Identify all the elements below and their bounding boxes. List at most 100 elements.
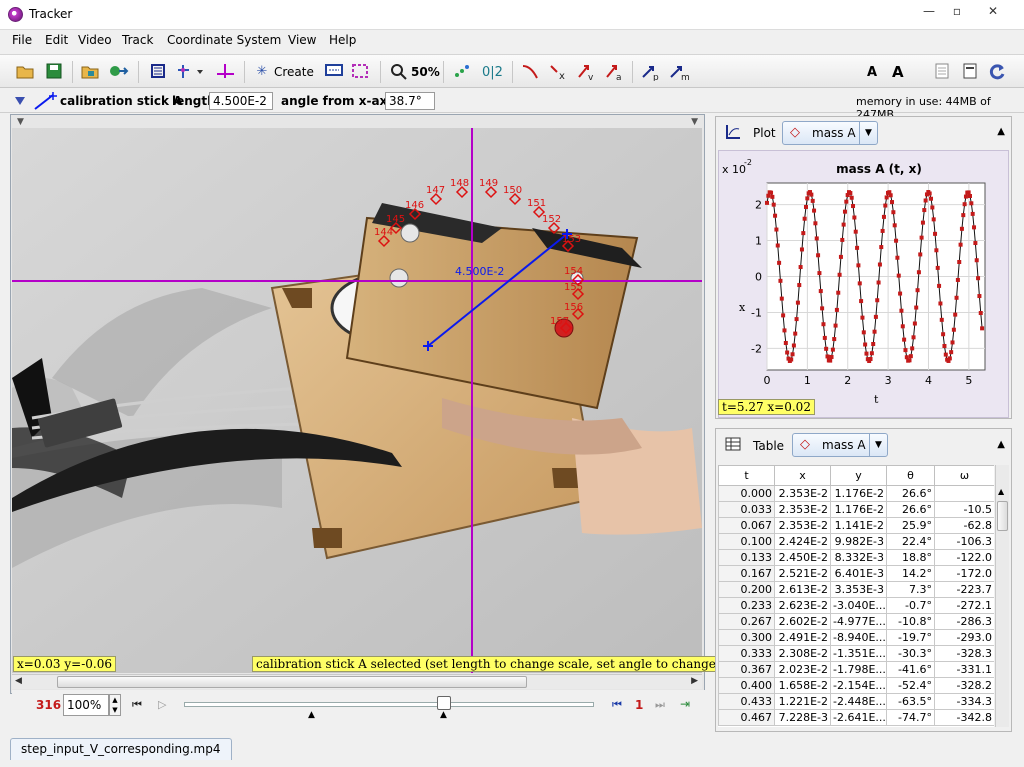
table-cell[interactable]: -74.7°	[886, 709, 935, 726]
end-marker-icon[interactable]: ▲	[440, 710, 447, 720]
table-cell[interactable]: -2.641E...	[830, 709, 887, 726]
table-cell[interactable]: -10.8°	[886, 613, 935, 630]
menu-coordinate-system[interactable]: Coordinate System	[167, 33, 281, 47]
table-cell[interactable]: 1.141E-2	[830, 517, 887, 534]
table-row[interactable]: 0.433 1.221E-2 -2.448E... -63.5° -334.3	[718, 693, 994, 710]
table-cell[interactable]: -1.798E...	[830, 661, 887, 678]
table-vertical-scrollbar[interactable]: ▲	[995, 465, 1009, 727]
create-star-icon[interactable]: ✳	[254, 63, 270, 81]
table-cell[interactable]: -172.0	[934, 565, 994, 582]
table-row[interactable]: 0.333 2.308E-2 -1.351E... -30.3° -328.3	[718, 645, 994, 662]
close-button[interactable]: ✕	[978, 1, 1008, 23]
open-video-icon[interactable]	[80, 63, 100, 81]
table-cell[interactable]: 2.521E-2	[774, 565, 831, 582]
table-cell[interactable]: 8.332E-3	[830, 549, 887, 566]
point-labels-toggle[interactable]: 0|2	[482, 65, 503, 80]
table-cell[interactable]: 0.400	[718, 677, 775, 694]
table-cell[interactable]: -342.8	[934, 709, 994, 726]
table-cell[interactable]: 2.353E-2	[774, 517, 831, 534]
table-cell[interactable]: 0.200	[718, 581, 775, 598]
zoom-level[interactable]: 50%	[411, 65, 440, 79]
minimize-button[interactable]: —	[914, 1, 944, 23]
table-cell[interactable]: 2.308E-2	[774, 645, 831, 662]
go-to-start-icon[interactable]: ⏮	[132, 698, 142, 712]
table-row[interactable]: 0.100 2.424E-2 9.982E-3 22.4° -106.3	[718, 533, 994, 550]
table-cell[interactable]: 2.353E-2	[774, 485, 831, 502]
table-cell[interactable]: 1.221E-2	[774, 693, 831, 710]
refresh-icon[interactable]	[987, 63, 1007, 81]
save-icon[interactable]	[44, 63, 64, 81]
mass-icon[interactable]: m	[668, 63, 690, 83]
slider-thumb[interactable]	[437, 696, 451, 710]
table-row[interactable]: 0.067 2.353E-2 1.141E-2 25.9° -62.8	[718, 517, 994, 534]
path-icon[interactable]	[520, 63, 540, 81]
table-cell[interactable]: -2.154E...	[830, 677, 887, 694]
table-cell[interactable]: 18.8°	[886, 549, 935, 566]
table-cell[interactable]: 3.353E-3	[830, 581, 887, 598]
table-cell[interactable]: 2.450E-2	[774, 549, 831, 566]
table-cell[interactable]: 0.467	[718, 709, 775, 726]
table-cell[interactable]: -1.351E...	[830, 645, 887, 662]
acceleration-icon[interactable]: a	[604, 63, 624, 83]
position-icon[interactable]: x	[548, 63, 568, 82]
table-cell[interactable]: 1.658E-2	[774, 677, 831, 694]
table-cell[interactable]: -4.977E...	[830, 613, 887, 630]
table-cell[interactable]: 0.167	[718, 565, 775, 582]
frame-slider[interactable]	[184, 702, 594, 707]
table-row[interactable]: 0.000 2.353E-2 1.176E-2 26.6°	[718, 485, 994, 502]
menu-track[interactable]: Track	[122, 33, 153, 47]
chevron-down-icon[interactable]: ▼	[869, 434, 887, 456]
table-track-select[interactable]: ◇ mass A ▼	[792, 433, 888, 457]
table-row[interactable]: 0.200 2.613E-2 3.353E-3 7.3° -223.7	[718, 581, 994, 598]
scroll-thumb[interactable]	[57, 676, 527, 688]
table-cell[interactable]: 9.982E-3	[830, 533, 887, 550]
file-tab[interactable]: step_input_V_corresponding.mp4	[10, 738, 232, 760]
zoom-icon[interactable]	[390, 63, 408, 81]
table-cell[interactable]: 2.623E-2	[774, 597, 831, 614]
table-cell[interactable]: -30.3°	[886, 645, 935, 662]
table-cell[interactable]: 2.602E-2	[774, 613, 831, 630]
open-folder-icon[interactable]	[15, 63, 35, 81]
table-cell[interactable]: 25.9°	[886, 517, 935, 534]
table-cell[interactable]: 2.023E-2	[774, 661, 831, 678]
table-cell[interactable]: 0.100	[718, 533, 775, 550]
video-horizontal-scrollbar[interactable]: ◀ ▶	[12, 674, 702, 689]
table-cell[interactable]: -122.0	[934, 549, 994, 566]
font-larger-button[interactable]: A	[892, 63, 904, 81]
table-cell[interactable]: -286.3	[934, 613, 994, 630]
table-cell[interactable]: -334.3	[934, 693, 994, 710]
table-cell[interactable]: 22.4°	[886, 533, 935, 550]
table-cell[interactable]: 14.2°	[886, 565, 935, 582]
table-cell[interactable]: 7.228E-3	[774, 709, 831, 726]
table-cell[interactable]: -331.1	[934, 661, 994, 678]
table-cell[interactable]: 7.3°	[886, 581, 935, 598]
table-row[interactable]: 0.267 2.602E-2 -4.977E... -10.8° -286.3	[718, 613, 994, 630]
table-cell[interactable]: 0.067	[718, 517, 775, 534]
table-cell[interactable]: -10.5	[934, 501, 994, 518]
table-cell[interactable]: 0.233	[718, 597, 775, 614]
table-cell[interactable]: 2.613E-2	[774, 581, 831, 598]
length-field[interactable]: 4.500E-2	[209, 92, 273, 110]
table-cell[interactable]: 0.033	[718, 501, 775, 518]
table-row[interactable]: 0.300 2.491E-2 -8.940E... -19.7° -293.0	[718, 629, 994, 646]
menu-help[interactable]: Help	[329, 33, 356, 47]
table-column-header[interactable]: x	[774, 465, 831, 486]
table-cell[interactable]: 0.300	[718, 629, 775, 646]
scroll-left-arrow-icon[interactable]: ◀	[15, 676, 22, 686]
table-cell[interactable]: -293.0	[934, 629, 994, 646]
table-row[interactable]: 0.133 2.450E-2 8.332E-3 18.8° -122.0	[718, 549, 994, 566]
table-cell[interactable]: 26.6°	[886, 485, 935, 502]
table-cell[interactable]: 0.133	[718, 549, 775, 566]
momentum-icon[interactable]: p	[640, 63, 662, 83]
table-cell[interactable]: -2.448E...	[830, 693, 887, 710]
table-cell[interactable]: -52.4°	[886, 677, 935, 694]
collapse-up-icon[interactable]: ▲	[997, 126, 1005, 137]
scroll-thumb[interactable]	[997, 501, 1008, 531]
maximize-button[interactable]: ▫	[942, 1, 972, 23]
table-cell[interactable]: 0.433	[718, 693, 775, 710]
table-cell[interactable]: -0.7°	[886, 597, 935, 614]
table-row[interactable]: 0.467 7.228E-3 -2.641E... -74.7° -342.8	[718, 709, 994, 726]
table-cell[interactable]: -223.7	[934, 581, 994, 598]
collapse-up-icon[interactable]: ▲	[997, 439, 1005, 450]
table-cell[interactable]: 6.401E-3	[830, 565, 887, 582]
